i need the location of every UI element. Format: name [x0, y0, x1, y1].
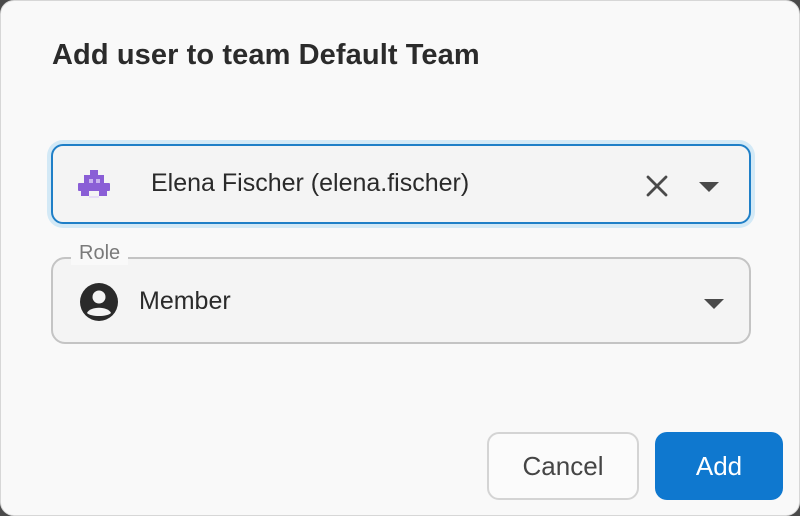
cancel-button[interactable]: Cancel [487, 432, 639, 500]
dialog-title: Add user to team Default Team [52, 39, 480, 71]
close-icon[interactable] [641, 170, 673, 202]
triangle-down-icon[interactable] [698, 287, 730, 319]
role-select-field[interactable]: Role Member [51, 242, 751, 344]
role-label: Role [71, 242, 129, 265]
selected-role-value: Member [139, 287, 231, 315]
robot-avatar-icon [78, 170, 110, 198]
add-user-dialog: Add user to team Default Team Elena Fisc… [0, 0, 800, 516]
selected-user-value: Elena Fischer (elena.fischer) [151, 169, 470, 197]
account-circle-icon [80, 283, 118, 321]
triangle-down-icon[interactable] [693, 170, 725, 202]
user-select-field[interactable]: Elena Fischer (elena.fischer) [51, 144, 751, 224]
add-button[interactable]: Add [655, 432, 783, 500]
